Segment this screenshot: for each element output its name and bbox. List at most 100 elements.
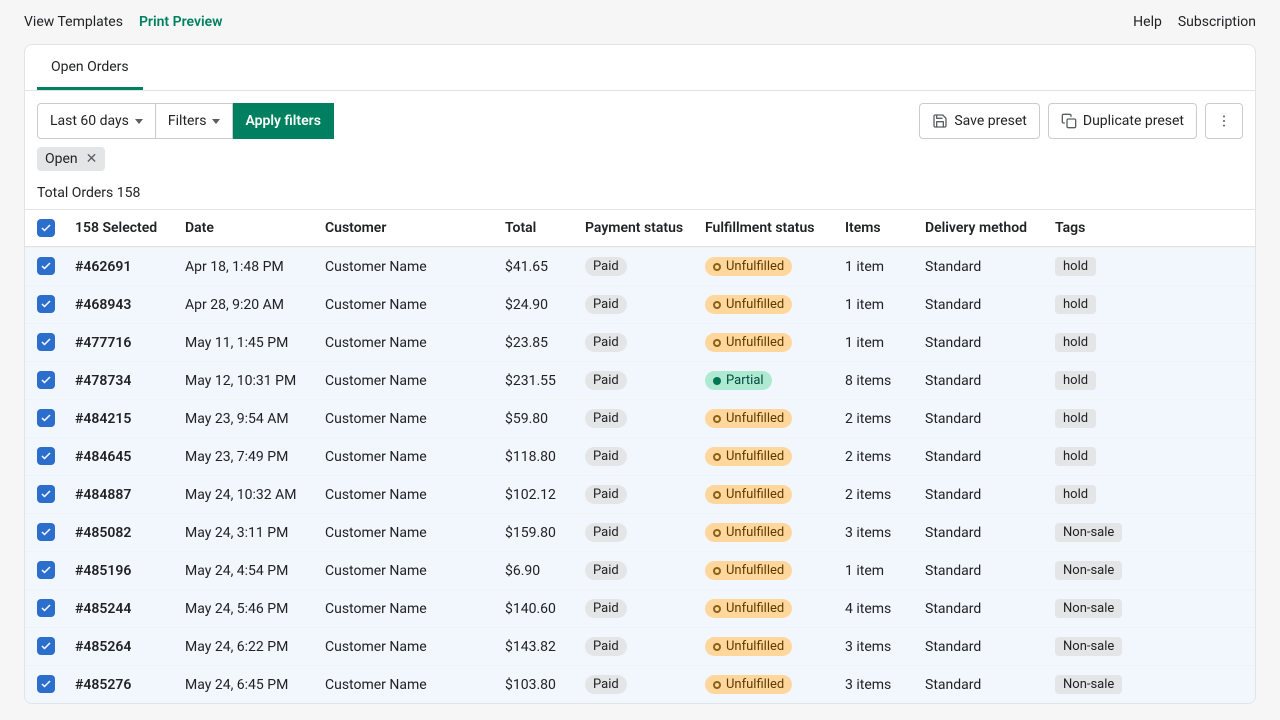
customer-name[interactable]: Customer Name bbox=[319, 289, 499, 321]
order-number[interactable]: #477716 bbox=[69, 327, 179, 359]
filters-dropdown[interactable]: Filters bbox=[156, 103, 234, 139]
fulfillment-status-badge: Unfulfilled bbox=[705, 447, 792, 466]
chevron-down-icon bbox=[135, 119, 143, 124]
order-number[interactable]: #462691 bbox=[69, 251, 179, 283]
col-payment[interactable]: Payment status bbox=[579, 212, 699, 244]
order-date: May 24, 10:32 AM bbox=[179, 479, 319, 511]
print-preview-link[interactable]: Print Preview bbox=[139, 14, 223, 30]
customer-name[interactable]: Customer Name bbox=[319, 327, 499, 359]
row-checkbox[interactable] bbox=[37, 409, 55, 427]
fulfillment-status-badge: Unfulfilled bbox=[705, 599, 792, 618]
order-number[interactable]: #468943 bbox=[69, 289, 179, 321]
order-total: $24.90 bbox=[499, 289, 579, 321]
row-checkbox[interactable] bbox=[37, 333, 55, 351]
row-checkbox[interactable] bbox=[37, 295, 55, 313]
table-row[interactable]: #462691 Apr 18, 1:48 PM Customer Name $4… bbox=[25, 247, 1255, 285]
row-checkbox[interactable] bbox=[37, 447, 55, 465]
fulfillment-status-badge: Unfulfilled bbox=[705, 675, 792, 694]
col-fulfillment[interactable]: Fulfillment status bbox=[699, 212, 839, 244]
check-icon bbox=[40, 640, 52, 652]
more-actions-button[interactable] bbox=[1205, 103, 1243, 139]
customer-name[interactable]: Customer Name bbox=[319, 479, 499, 511]
col-delivery[interactable]: Delivery method bbox=[919, 212, 1049, 244]
duplicate-preset-button[interactable]: Duplicate preset bbox=[1048, 103, 1197, 139]
tab-open-orders[interactable]: Open Orders bbox=[37, 45, 143, 90]
row-checkbox[interactable] bbox=[37, 637, 55, 655]
delivery-method: Standard bbox=[919, 631, 1049, 663]
select-all-checkbox[interactable] bbox=[37, 219, 55, 237]
view-templates-link[interactable]: View Templates bbox=[24, 14, 123, 30]
table-header: 158 Selected Date Customer Total Payment… bbox=[25, 209, 1255, 247]
table-row[interactable]: #478734 May 12, 10:31 PM Customer Name $… bbox=[25, 361, 1255, 399]
customer-name[interactable]: Customer Name bbox=[319, 441, 499, 473]
help-link[interactable]: Help bbox=[1133, 14, 1162, 30]
customer-name[interactable]: Customer Name bbox=[319, 403, 499, 435]
order-number[interactable]: #484645 bbox=[69, 441, 179, 473]
table-row[interactable]: #485196 May 24, 4:54 PM Customer Name $6… bbox=[25, 551, 1255, 589]
payment-status-badge: Paid bbox=[585, 295, 627, 314]
col-date[interactable]: Date bbox=[179, 212, 319, 244]
row-checkbox[interactable] bbox=[37, 561, 55, 579]
order-number[interactable]: #478734 bbox=[69, 365, 179, 397]
delivery-method: Standard bbox=[919, 403, 1049, 435]
table-row[interactable]: #484887 May 24, 10:32 AM Customer Name $… bbox=[25, 475, 1255, 513]
table-row[interactable]: #484645 May 23, 7:49 PM Customer Name $1… bbox=[25, 437, 1255, 475]
items-count: 1 item bbox=[839, 251, 919, 283]
table-row[interactable]: #485244 May 24, 5:46 PM Customer Name $1… bbox=[25, 589, 1255, 627]
table-row[interactable]: #485276 May 24, 6:45 PM Customer Name $1… bbox=[25, 665, 1255, 703]
fulfillment-status-badge: Unfulfilled bbox=[705, 561, 792, 580]
table-row[interactable]: #484215 May 23, 9:54 AM Customer Name $5… bbox=[25, 399, 1255, 437]
check-icon bbox=[40, 526, 52, 538]
order-number[interactable]: #485276 bbox=[69, 669, 179, 701]
items-count: 2 items bbox=[839, 403, 919, 435]
customer-name[interactable]: Customer Name bbox=[319, 517, 499, 549]
status-dot-icon bbox=[713, 643, 721, 651]
customer-name[interactable]: Customer Name bbox=[319, 593, 499, 625]
payment-status-badge: Paid bbox=[585, 447, 627, 466]
save-preset-button[interactable]: Save preset bbox=[919, 103, 1040, 139]
customer-name[interactable]: Customer Name bbox=[319, 365, 499, 397]
fulfillment-status-badge: Unfulfilled bbox=[705, 257, 792, 276]
order-number[interactable]: #485196 bbox=[69, 555, 179, 587]
order-number[interactable]: #485264 bbox=[69, 631, 179, 663]
customer-name[interactable]: Customer Name bbox=[319, 555, 499, 587]
row-checkbox[interactable] bbox=[37, 675, 55, 693]
chip-open[interactable]: Open ✕ bbox=[37, 147, 105, 171]
date-range-dropdown[interactable]: Last 60 days bbox=[37, 103, 156, 139]
table-row[interactable]: #477716 May 11, 1:45 PM Customer Name $2… bbox=[25, 323, 1255, 361]
check-icon bbox=[40, 222, 52, 234]
status-dot-icon bbox=[713, 567, 721, 575]
row-checkbox[interactable] bbox=[37, 371, 55, 389]
row-checkbox[interactable] bbox=[37, 485, 55, 503]
col-customer[interactable]: Customer bbox=[319, 212, 499, 244]
order-number[interactable]: #484887 bbox=[69, 479, 179, 511]
row-checkbox[interactable] bbox=[37, 257, 55, 275]
col-items[interactable]: Items bbox=[839, 212, 919, 244]
chip-remove-icon[interactable]: ✕ bbox=[86, 152, 98, 166]
subscription-link[interactable]: Subscription bbox=[1178, 14, 1256, 30]
table-row[interactable]: #485264 May 24, 6:22 PM Customer Name $1… bbox=[25, 627, 1255, 665]
delivery-method: Standard bbox=[919, 251, 1049, 283]
items-count: 3 items bbox=[839, 631, 919, 663]
payment-status-badge: Paid bbox=[585, 637, 627, 656]
row-checkbox[interactable] bbox=[37, 599, 55, 617]
row-checkbox[interactable] bbox=[37, 523, 55, 541]
delivery-method: Standard bbox=[919, 289, 1049, 321]
customer-name[interactable]: Customer Name bbox=[319, 631, 499, 663]
order-number[interactable]: #485244 bbox=[69, 593, 179, 625]
order-number[interactable]: #484215 bbox=[69, 403, 179, 435]
table-row[interactable]: #485082 May 24, 3:11 PM Customer Name $1… bbox=[25, 513, 1255, 551]
col-tags[interactable]: Tags bbox=[1049, 212, 1179, 244]
col-total[interactable]: Total bbox=[499, 212, 579, 244]
customer-name[interactable]: Customer Name bbox=[319, 251, 499, 283]
apply-filters-button[interactable]: Apply filters bbox=[233, 103, 333, 139]
status-dot-icon bbox=[713, 681, 721, 689]
check-icon bbox=[40, 374, 52, 386]
customer-name[interactable]: Customer Name bbox=[319, 669, 499, 701]
top-bar: View Templates Print Preview Help Subscr… bbox=[0, 0, 1280, 44]
status-dot-icon bbox=[713, 415, 721, 423]
check-icon bbox=[40, 678, 52, 690]
order-number[interactable]: #485082 bbox=[69, 517, 179, 549]
table-row[interactable]: #468943 Apr 28, 9:20 AM Customer Name $2… bbox=[25, 285, 1255, 323]
order-date: May 24, 6:22 PM bbox=[179, 631, 319, 663]
